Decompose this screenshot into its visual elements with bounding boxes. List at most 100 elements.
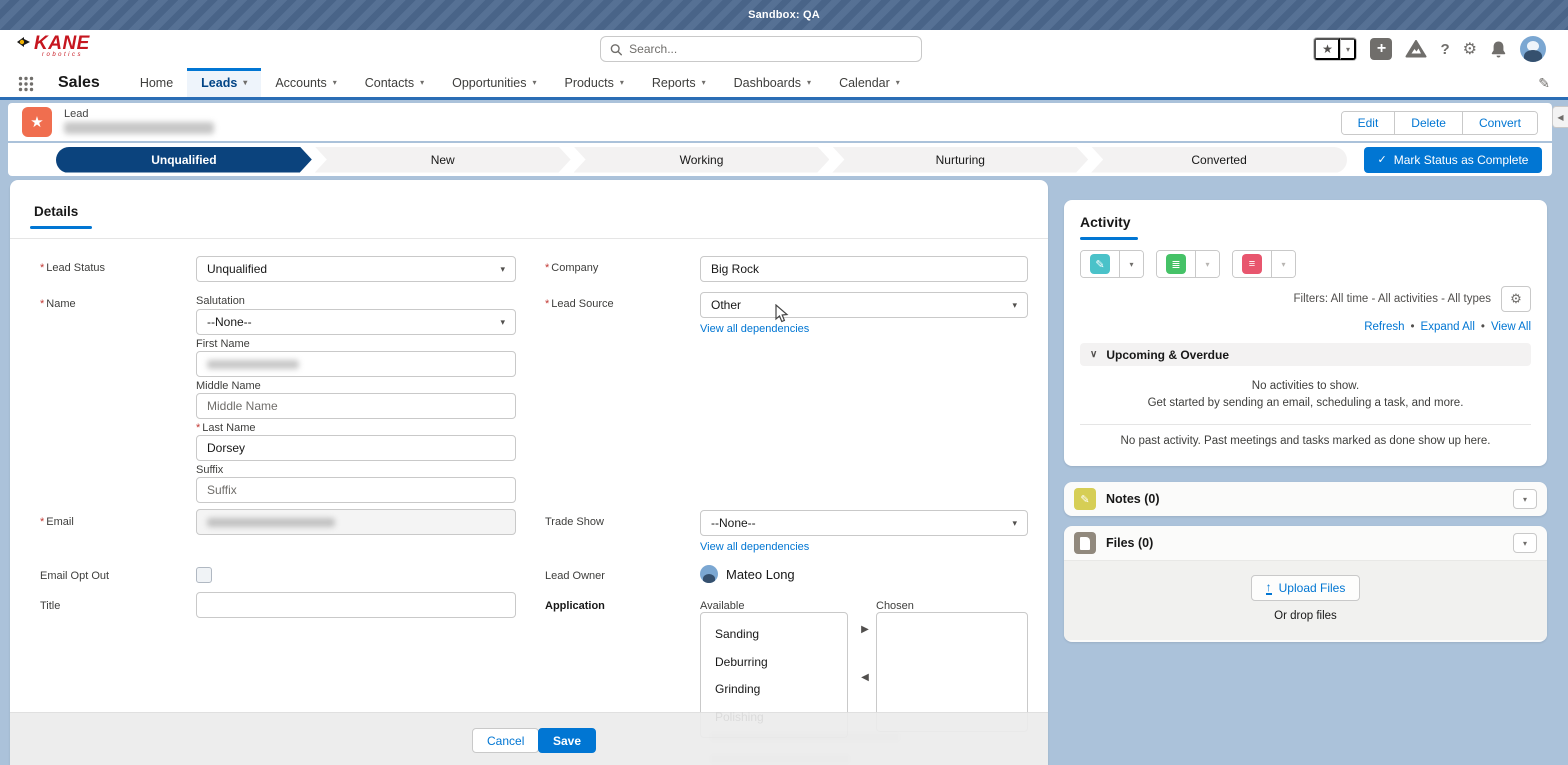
trade-show-combobox[interactable]: --None-- ▾ <box>700 510 1028 536</box>
new-event-menu-icon[interactable]: ▾ <box>1271 251 1295 277</box>
convert-button[interactable]: Convert <box>1462 112 1537 134</box>
delete-button[interactable]: Delete <box>1394 112 1462 134</box>
tab-reports[interactable]: Reports ▾ <box>638 68 720 97</box>
notifications-bell-icon[interactable] <box>1490 40 1507 58</box>
filters-gear-icon[interactable]: ⚙ <box>1501 286 1531 312</box>
expand-all-link[interactable]: Expand All <box>1421 321 1475 333</box>
suffix-label: Suffix <box>196 464 223 476</box>
email-input[interactable] <box>196 509 516 535</box>
new-event-icon: ≡ <box>1242 254 1262 274</box>
brand-logo[interactable]: KANE robotics <box>16 34 126 58</box>
email-opt-out-checkbox[interactable] <box>196 567 212 583</box>
chevron-down-icon[interactable]: ▾ <box>702 78 706 87</box>
lead-source-label: *Lead Source <box>545 298 614 310</box>
middle-name-input[interactable] <box>196 393 516 419</box>
search-input[interactable] <box>629 42 912 56</box>
path-stage-converted[interactable]: Converted <box>1091 147 1347 173</box>
save-button[interactable]: Save <box>538 728 596 753</box>
lead-source-dependencies-link[interactable]: View all dependencies <box>700 323 809 335</box>
first-name-input[interactable] <box>196 351 516 377</box>
files-menu-icon[interactable]: ▾ <box>1513 533 1537 553</box>
refresh-link[interactable]: Refresh <box>1364 321 1404 333</box>
files-dropzone[interactable]: ↑ Upload Files Or drop files <box>1064 560 1547 640</box>
salutation-label: Salutation <box>196 295 245 307</box>
lead-source-combobox[interactable]: Other ▾ <box>700 292 1028 318</box>
chevron-down-icon[interactable]: ▾ <box>333 78 337 87</box>
files-title[interactable]: Files (0) <box>1106 536 1503 550</box>
new-event-button[interactable]: ≡ <box>1233 251 1271 277</box>
trade-show-dependencies-link[interactable]: View all dependencies <box>700 541 809 553</box>
global-actions-icon[interactable]: + <box>1370 38 1392 60</box>
active-tab-underline <box>1080 237 1138 240</box>
tab-leads[interactable]: Leads ▾ <box>187 68 261 97</box>
cancel-button[interactable]: Cancel <box>472 728 539 753</box>
list-item[interactable]: Grinding <box>701 676 847 704</box>
notes-menu-icon[interactable]: ▾ <box>1513 489 1537 509</box>
log-a-call-menu-icon[interactable]: ▾ <box>1119 251 1143 277</box>
lead-status-combobox[interactable]: Unqualified ▾ <box>196 256 516 282</box>
email-opt-out-label: Email Opt Out <box>40 570 109 582</box>
move-left-icon[interactable]: ◀ <box>856 668 874 686</box>
upcoming-overdue-section[interactable]: ∨ Upcoming & Overdue <box>1080 343 1531 366</box>
notes-title[interactable]: Notes (0) <box>1106 492 1503 506</box>
path-stage-new[interactable]: New <box>315 147 571 173</box>
collapse-panel-button[interactable]: ◀ <box>1552 106 1568 128</box>
path-stage-working[interactable]: Working <box>574 147 830 173</box>
tab-opportunities[interactable]: Opportunities ▾ <box>438 68 550 97</box>
log-a-call-control: ✎ ▾ <box>1080 250 1144 278</box>
trailhead-icon[interactable] <box>1405 40 1427 58</box>
filters-summary[interactable]: Filters: All time - All activities - All… <box>1294 293 1491 305</box>
chevron-down-icon[interactable]: ▾ <box>243 78 247 87</box>
upload-icon: ↑ <box>1266 582 1272 595</box>
chevron-down-icon[interactable]: ▾ <box>896 78 900 87</box>
tab-accounts[interactable]: Accounts ▾ <box>261 68 350 97</box>
app-launcher-icon[interactable] <box>18 76 34 92</box>
chevron-down-icon[interactable]: ▾ <box>807 78 811 87</box>
list-item[interactable]: Deburring <box>701 649 847 677</box>
path-stage-unqualified[interactable]: Unqualified <box>56 147 312 173</box>
divider <box>1080 424 1531 425</box>
chevron-down-icon: ▾ <box>500 317 505 328</box>
edit-navigation-pencil-icon[interactable]: ✎ <box>1538 75 1550 92</box>
chevron-down-icon[interactable]: ▾ <box>532 78 536 87</box>
log-a-call-button[interactable]: ✎ <box>1081 251 1119 277</box>
tab-home[interactable]: Home <box>126 68 187 97</box>
redacted-value <box>207 518 335 527</box>
setup-gear-icon[interactable]: ⚙ <box>1463 39 1477 59</box>
suffix-input[interactable] <box>196 477 516 503</box>
edit-button[interactable]: Edit <box>1342 112 1395 134</box>
new-task-menu-icon[interactable]: ▾ <box>1195 251 1219 277</box>
upload-files-button[interactable]: ↑ Upload Files <box>1251 575 1361 601</box>
salutation-combobox[interactable]: --None-- ▾ <box>196 309 516 335</box>
tab-products[interactable]: Products ▾ <box>550 68 637 97</box>
record-name-redacted <box>64 122 214 134</box>
company-input[interactable] <box>700 256 1028 282</box>
user-avatar[interactable] <box>1520 36 1546 62</box>
path-stage-nurturing[interactable]: Nurturing <box>832 147 1088 173</box>
tab-dashboards[interactable]: Dashboards ▾ <box>720 68 825 97</box>
list-item[interactable]: Sanding <box>701 621 847 649</box>
object-label: Lead <box>64 108 88 120</box>
new-event-control: ≡ ▾ <box>1232 250 1296 278</box>
chevron-down-icon[interactable]: ▾ <box>620 78 624 87</box>
view-all-link[interactable]: View All <box>1491 321 1531 333</box>
move-right-icon[interactable]: ▶ <box>856 620 874 638</box>
tab-details[interactable]: Details <box>34 204 78 219</box>
tab-contacts[interactable]: Contacts ▾ <box>351 68 438 97</box>
tab-activity[interactable]: Activity <box>1080 214 1531 230</box>
new-task-button[interactable]: ≣ <box>1157 251 1195 277</box>
help-icon[interactable]: ? <box>1440 41 1449 58</box>
chevron-down-icon: ▾ <box>1012 518 1017 529</box>
title-input[interactable] <box>196 592 516 618</box>
mark-status-complete-button[interactable]: ✓ Mark Status as Complete <box>1364 147 1542 173</box>
app-name[interactable]: Sales <box>46 68 126 97</box>
tab-calendar[interactable]: Calendar ▾ <box>825 68 914 97</box>
global-search[interactable] <box>600 36 922 62</box>
file-icon <box>1074 532 1096 554</box>
lead-owner-value: Mateo Long <box>700 565 795 583</box>
name-label: *Name <box>40 298 76 310</box>
favorites-menu-icon[interactable]: ▾ <box>1340 38 1356 60</box>
favorite-star-icon[interactable]: ★ <box>1314 38 1340 60</box>
last-name-input[interactable] <box>196 435 516 461</box>
chevron-down-icon[interactable]: ▾ <box>420 78 424 87</box>
